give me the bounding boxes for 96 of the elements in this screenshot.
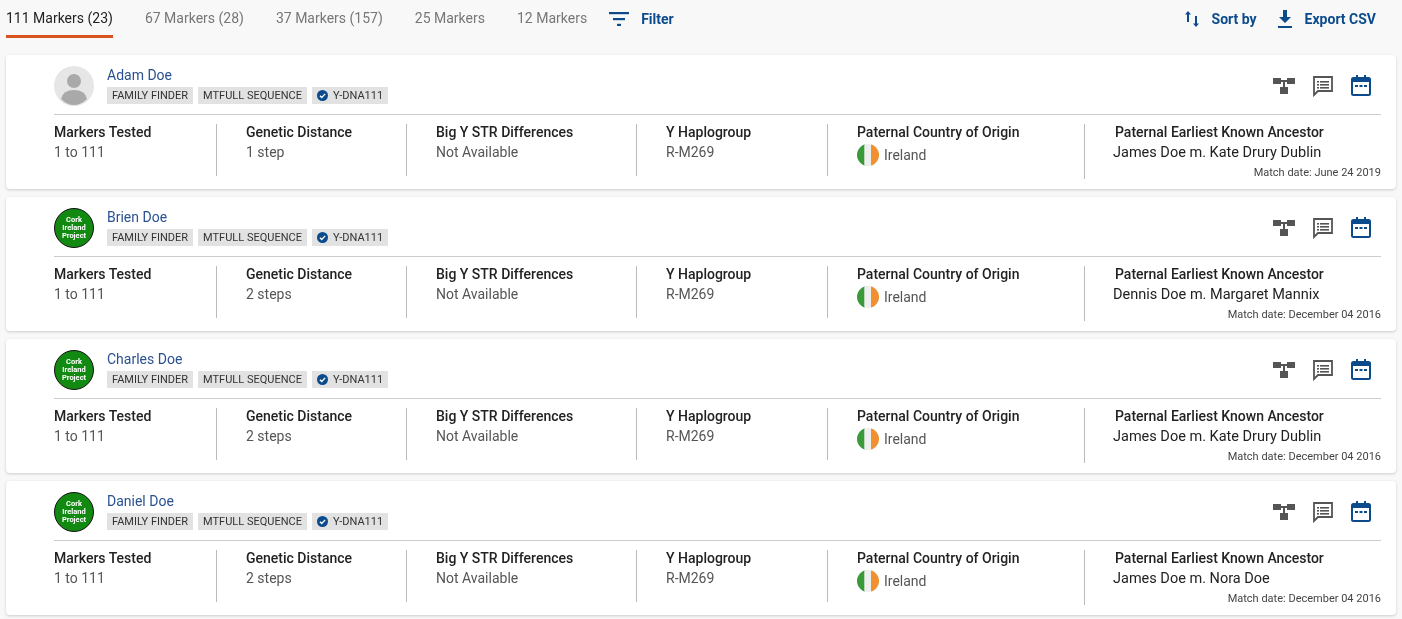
field-value: 2 steps: [246, 570, 293, 586]
field-value: Ireland: [884, 573, 927, 589]
calendar-icon[interactable]: [1351, 358, 1371, 381]
field-value: R-M269: [666, 144, 716, 160]
field-value: 1 to 111: [54, 428, 106, 444]
field-label: Paternal Earliest Known Ancestor: [1115, 124, 1325, 140]
match-name-link[interactable]: Adam Doe: [107, 67, 389, 83]
field-label: Genetic Distance: [246, 124, 354, 140]
match-name-link[interactable]: Charles Doe: [107, 351, 389, 367]
test-tag: MTFULL SEQUENCE: [198, 87, 307, 104]
field-label: Paternal Country of Origin: [857, 266, 1021, 282]
field-label: Big Y STR Differences: [436, 550, 575, 566]
marker-tab[interactable]: 12 Markers: [516, 0, 588, 38]
tree-icon[interactable]: [1273, 501, 1295, 522]
test-tag: Y-DNA111: [311, 229, 389, 246]
match-date: Match date: June 24 2019: [1253, 166, 1381, 179]
test-tag: MTFULL SEQUENCE: [198, 229, 307, 246]
message-icon[interactable]: [1312, 358, 1334, 381]
export-button[interactable]: Export CSV: [1276, 0, 1376, 38]
test-tag: FAMILY FINDER: [107, 87, 194, 104]
test-tag: MTFULL SEQUENCE: [198, 513, 307, 530]
marker-tab[interactable]: 25 Markers: [414, 0, 485, 38]
avatar-silhouette-icon: [54, 65, 94, 106]
field-value: Not Available: [436, 144, 520, 160]
field-value: Ireland: [884, 289, 927, 305]
field-value: R-M269: [666, 570, 716, 586]
ireland-flag-icon: [857, 428, 879, 450]
field-value: Not Available: [436, 428, 520, 444]
marker-tab[interactable]: 67 Markers (28): [144, 0, 244, 38]
sort-button[interactable]: Sort by: [1183, 0, 1257, 38]
message-icon[interactable]: [1312, 500, 1334, 523]
field-label: Paternal Country of Origin: [857, 408, 1021, 424]
filter-icon: [609, 12, 630, 26]
field-label: Markers Tested: [54, 266, 153, 282]
test-tag: Y-DNA111: [311, 513, 389, 530]
field-label: Genetic Distance: [246, 266, 354, 282]
marker-tab[interactable]: 37 Markers (157): [275, 0, 383, 38]
field-value: 1 to 111: [54, 570, 106, 586]
field-value: 1 to 111: [54, 144, 106, 160]
field-value: 2 steps: [246, 286, 293, 302]
ireland-flag-icon: [857, 144, 879, 166]
message-icon[interactable]: [1312, 216, 1334, 239]
field-label: Genetic Distance: [246, 550, 354, 566]
field-value: 1 step: [246, 144, 286, 160]
field-label: Paternal Earliest Known Ancestor: [1115, 408, 1325, 424]
field-value: Not Available: [436, 570, 520, 586]
field-value: Ireland: [884, 431, 927, 447]
ireland-flag-icon: [857, 286, 879, 308]
field-value: James Doe m. Nora Doe: [1113, 570, 1271, 587]
match-name-link[interactable]: Brien Doe: [107, 209, 389, 225]
test-tag: FAMILY FINDER: [107, 513, 194, 530]
field-label: Paternal Earliest Known Ancestor: [1115, 550, 1325, 566]
match-date: Match date: December 04 2016: [1227, 450, 1381, 463]
field-value: James Doe m. Kate Drury Dublin: [1113, 428, 1323, 445]
field-value: Dennis Doe m. Margaret Mannix: [1113, 286, 1321, 303]
message-icon[interactable]: [1312, 74, 1334, 97]
match-date: Match date: December 04 2016: [1227, 592, 1381, 605]
field-label: Markers Tested: [54, 124, 153, 140]
test-tag: FAMILY FINDER: [107, 371, 194, 388]
tree-icon[interactable]: [1273, 75, 1295, 96]
field-value: Ireland: [884, 147, 927, 163]
field-label: Genetic Distance: [246, 408, 354, 424]
tree-icon[interactable]: [1273, 359, 1295, 380]
field-value: James Doe m. Kate Drury Dublin: [1113, 144, 1323, 161]
field-value: Not Available: [436, 286, 520, 302]
field-value: R-M269: [666, 286, 716, 302]
field-value: R-M269: [666, 428, 716, 444]
field-label: Markers Tested: [54, 408, 153, 424]
download-icon: [1276, 10, 1293, 28]
field-value: 1 to 111: [54, 286, 106, 302]
tree-icon[interactable]: [1273, 217, 1295, 238]
sort-arrows-icon: [1183, 10, 1200, 28]
ireland-flag-icon: [857, 570, 879, 592]
field-label: Y Haplogroup: [666, 124, 753, 140]
field-label: Paternal Country of Origin: [857, 550, 1021, 566]
test-tag: Y-DNA111: [311, 87, 389, 104]
filter-button[interactable]: Filter: [609, 0, 674, 38]
marker-tab[interactable]: 111 Markers (23): [6, 0, 113, 38]
field-value: 2 steps: [246, 428, 293, 444]
test-tag: Y-DNA111: [311, 371, 389, 388]
field-label: Big Y STR Differences: [436, 408, 575, 424]
test-tag: MTFULL SEQUENCE: [198, 371, 307, 388]
calendar-icon[interactable]: [1351, 74, 1371, 97]
test-tag: FAMILY FINDER: [107, 229, 194, 246]
field-label: Y Haplogroup: [666, 550, 753, 566]
match-name-link[interactable]: Daniel Doe: [107, 493, 389, 509]
calendar-icon[interactable]: [1351, 500, 1371, 523]
field-label: Paternal Earliest Known Ancestor: [1115, 266, 1325, 282]
field-label: Markers Tested: [54, 550, 153, 566]
match-date: Match date: December 04 2016: [1227, 308, 1381, 321]
field-label: Big Y STR Differences: [436, 266, 575, 282]
calendar-icon[interactable]: [1351, 216, 1371, 239]
field-label: Y Haplogroup: [666, 266, 753, 282]
field-label: Big Y STR Differences: [436, 124, 575, 140]
field-label: Y Haplogroup: [666, 408, 753, 424]
field-label: Paternal Country of Origin: [857, 124, 1021, 140]
